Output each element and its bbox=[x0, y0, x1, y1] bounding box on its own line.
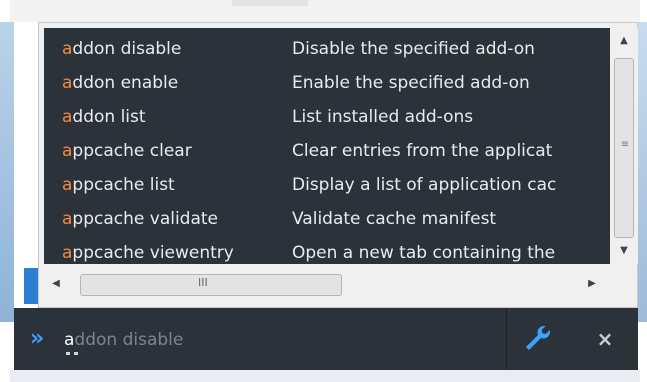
suggestion-command: appcache list bbox=[62, 168, 175, 202]
scroll-down-arrow-icon[interactable]: ▼ bbox=[610, 238, 638, 264]
match-highlight: a bbox=[62, 209, 73, 229]
vertical-scrollbar[interactable]: ▲ ≡ ▼ bbox=[610, 28, 638, 264]
suggestion-row[interactable]: appcache viewentry Open a new tab contain… bbox=[44, 236, 610, 264]
command-rest: ddon disable bbox=[72, 39, 182, 59]
suggestion-description: Open a new tab containing the bbox=[292, 243, 556, 263]
suggestion-description: Validate cache manifest bbox=[292, 209, 497, 229]
command-rest: ppcache list bbox=[72, 175, 175, 195]
command-rest: ddon enable bbox=[72, 73, 179, 93]
suggestion-row[interactable]: addon disable Disable the specified add-o… bbox=[44, 32, 610, 66]
grip-icon: ≡ bbox=[620, 139, 630, 150]
scroll-right-arrow-icon[interactable]: ▶ bbox=[582, 272, 602, 296]
command-rest: ppcache validate bbox=[72, 209, 219, 229]
suggestion-description: Display a list of application cac bbox=[292, 175, 557, 195]
suggestion-description: List installed add-ons bbox=[292, 107, 474, 127]
double-chevron-right-icon: » bbox=[30, 326, 45, 351]
match-highlight: a bbox=[62, 39, 73, 59]
command-input[interactable]: addon disable bbox=[64, 326, 484, 354]
cursor-indicator bbox=[66, 352, 78, 358]
divider bbox=[506, 308, 507, 370]
suggestion-list: addon disable Disable the specified add-o… bbox=[44, 28, 610, 264]
suggestion-command: appcache viewentry bbox=[62, 236, 234, 264]
match-highlight: a bbox=[62, 141, 73, 161]
scroll-up-arrow-icon[interactable]: ▲ bbox=[610, 28, 638, 54]
typed-text: a bbox=[64, 330, 75, 350]
suggestion-description: Clear entries from the applicat bbox=[292, 141, 553, 161]
suggestion-command: addon list bbox=[62, 100, 146, 134]
scroll-left-arrow-icon[interactable]: ◀ bbox=[46, 272, 66, 296]
background-tab bbox=[232, 0, 308, 6]
background-window-left bbox=[0, 22, 14, 322]
match-highlight: a bbox=[62, 107, 73, 127]
suggestion-command: appcache clear bbox=[62, 134, 192, 168]
grip-icon: III bbox=[198, 276, 208, 289]
suggestion-row[interactable]: appcache validate Validate cache manifest bbox=[44, 202, 610, 236]
command-rest: ppcache clear bbox=[72, 141, 192, 161]
suggestion-description: Enable the specified add-on bbox=[292, 73, 530, 93]
vertical-scroll-thumb[interactable]: ≡ bbox=[614, 58, 634, 238]
close-icon[interactable]: × bbox=[590, 324, 620, 354]
suggestion-row[interactable]: addon enable Enable the specified add-on bbox=[44, 66, 610, 100]
command-line-bar: » addon disable × bbox=[14, 308, 638, 370]
background-window-top bbox=[10, 0, 640, 22]
match-highlight: a bbox=[62, 175, 73, 195]
wrench-icon[interactable] bbox=[520, 322, 554, 356]
suggestion-command: addon disable bbox=[62, 32, 181, 66]
command-rest: ppcache viewentry bbox=[72, 243, 234, 263]
command-rest: ddon list bbox=[72, 107, 146, 127]
suggestion-row[interactable]: appcache list Display a list of applicati… bbox=[44, 168, 610, 202]
suggestion-description: Disable the specified add-on bbox=[292, 39, 535, 59]
horizontal-scroll-thumb[interactable]: III bbox=[80, 274, 342, 296]
completion-text: ddon disable bbox=[74, 330, 184, 350]
match-highlight: a bbox=[62, 243, 73, 263]
horizontal-scrollbar[interactable]: ◀ III ▶ bbox=[44, 264, 610, 304]
suggestion-row[interactable]: addon list List installed add-ons bbox=[44, 100, 610, 134]
suggestion-command: appcache validate bbox=[62, 202, 218, 236]
background-bottom bbox=[10, 370, 640, 382]
match-highlight: a bbox=[62, 73, 73, 93]
suggestion-command: addon enable bbox=[62, 66, 178, 100]
suggestion-row[interactable]: appcache clear Clear entries from the app… bbox=[44, 134, 610, 168]
